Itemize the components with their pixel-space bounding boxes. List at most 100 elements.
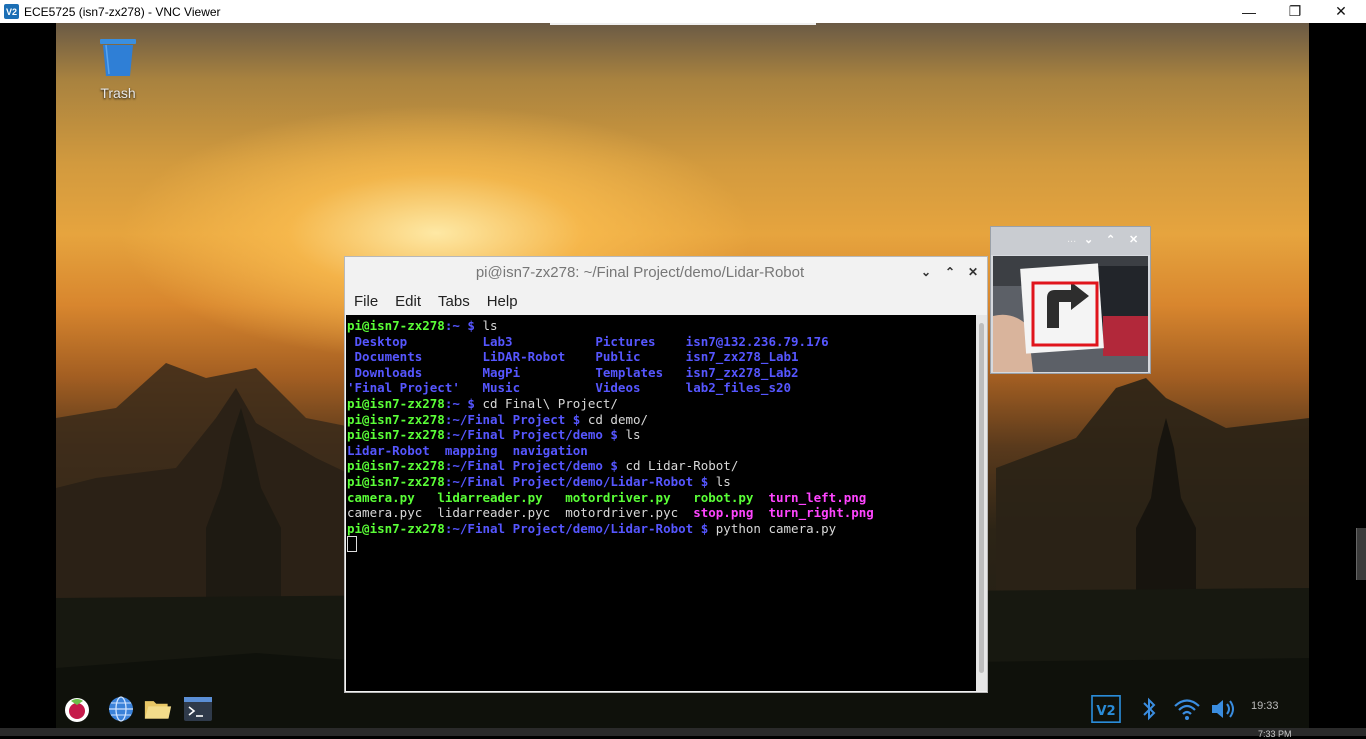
terminal-text: python camera.py [715,520,837,536]
terminal-text: LiDAR-Robot [482,349,596,365]
vnc-window-title: ECE5725 (isn7-zx278) - VNC Viewer [24,4,221,19]
host-taskbar [0,728,1366,736]
vnc-restore-button[interactable]: ❐ [1272,0,1318,23]
terminal-line: pi@isn7-zx278:~/Final Project/demo/Lidar… [347,474,976,490]
prompt-path: :~ $ [444,318,483,333]
terminal-line: pi@isn7-zx278:~/Final Project/demo $ cd … [347,458,976,474]
terminal-text: motordriver.py [565,489,671,505]
desktop-top-panel-remnant [550,23,816,25]
terminal-minimize-button[interactable]: ⌄ [917,263,935,281]
menu-tabs[interactable]: Tabs [429,293,478,310]
terminal-text: ls [482,318,498,333]
terminal-text: lidarreader.py [437,489,543,505]
terminal-window[interactable]: pi@isn7-zx278: ~/Final Project/demo/Lida… [344,256,988,693]
prompt-user: pi@isn7-zx278 [347,520,445,536]
file-manager-icon[interactable] [144,695,172,723]
menu-help[interactable]: Help [478,293,526,310]
terminal-text: isn7@132.236.79.176 [685,333,829,349]
terminal-icon[interactable] [183,695,213,723]
remote-clock: 19:33 [1251,700,1279,712]
terminal-text: camera.py [347,489,415,505]
wifi-icon[interactable] [1173,695,1201,723]
terminal-title: pi@isn7-zx278: ~/Final Project/demo/Lida… [475,263,805,281]
camera-maximize-button[interactable]: ⌃ [1106,233,1115,246]
terminal-text: Videos [595,380,686,396]
vnc-side-handle[interactable] [1356,528,1366,580]
prompt-user: pi@isn7-zx278 [347,458,445,474]
terminal-text: Pictures [595,333,686,349]
terminal-text: Templates [595,364,686,380]
terminal-scroll-thumb[interactable] [979,323,984,673]
camera-close-button[interactable]: ✕ [1129,233,1138,246]
terminal-output[interactable]: pi@isn7-zx278:~ $ ls Desktop Lab3 Pictur… [346,315,976,691]
terminal-text: MagPi [482,364,596,380]
terminal-line: pi@isn7-zx278:~/Final Project $ cd demo/ [347,412,976,428]
terminal-maximize-button[interactable]: ⌃ [941,263,959,281]
terminal-scrollbar[interactable] [976,315,987,691]
terminal-menubar: File Edit Tabs Help [345,287,526,315]
terminal-text: robot.py [693,489,754,505]
vnc-minimize-button[interactable]: — [1226,0,1272,23]
vnc-close-button[interactable]: ✕ [1318,0,1364,23]
terminal-text: navigation [512,442,588,458]
host-clock: 7:33 PM [1258,729,1292,739]
terminal-line: pi@isn7-zx278:~ $ cd Final\ Project/ [347,396,976,412]
terminal-text: stop.png [693,505,754,521]
terminal-line: Lidar-Robot mapping navigation [347,443,976,459]
prompt-user: pi@isn7-zx278 [347,427,445,443]
prompt-path: :~/Final Project $ [444,411,588,427]
prompt-user: pi@isn7-zx278 [347,473,445,489]
terminal-close-button[interactable]: ✕ [964,263,982,281]
camera-minimize-button[interactable]: ⌄ [1084,233,1093,246]
terminal-line: 'Final Project' Music Videos lab2_files_… [347,380,976,396]
camera-title-bar[interactable]: ... ⌄ ⌃ ✕ [991,227,1150,255]
bluetooth-icon[interactable] [1139,695,1159,723]
camera-feed-image [993,256,1148,372]
terminal-text: mapping [444,442,513,458]
trash-icon[interactable] [98,38,138,78]
prompt-path: :~/Final Project/demo/Lidar-Robot $ [444,520,716,536]
vnc-logo-icon: V2 [4,4,19,19]
svg-text:V2: V2 [1096,704,1115,719]
terminal-text: cd demo/ [587,411,649,427]
prompt-user: pi@isn7-zx278 [347,411,445,427]
terminal-line: Downloads MagPi Templates isn7_zx278_Lab… [347,365,976,381]
terminal-line: pi@isn7-zx278:~ $ ls [347,318,976,334]
terminal-text: turn_right.png [768,505,874,521]
camera-preview-window[interactable]: ... ⌄ ⌃ ✕ [990,226,1151,374]
terminal-line: pi@isn7-zx278:~/Final Project/demo/Lidar… [347,521,976,537]
terminal-text: camera.pyc lidarreader.pyc motordriver.p… [347,505,694,521]
trash-label[interactable]: Trash [88,85,148,101]
vnc-server-icon[interactable]: V2 [1088,695,1124,723]
prompt-path: :~/Final Project/demo $ [444,427,626,443]
terminal-line: pi@isn7-zx278:~/Final Project/demo $ ls [347,427,976,443]
terminal-title-bar[interactable]: pi@isn7-zx278: ~/Final Project/demo/Lida… [345,257,987,287]
web-browser-icon[interactable] [107,695,135,723]
volume-icon[interactable] [1209,695,1239,723]
terminal-line: Documents LiDAR-Robot Public isn7_zx278_… [347,349,976,365]
terminal-text: Public [595,349,686,365]
camera-menu-button[interactable]: ... [1067,233,1076,245]
prompt-path: :~/Final Project/demo $ [444,458,626,474]
terminal-text: Lab3 [482,333,596,349]
menu-file[interactable]: File [345,293,386,310]
terminal-text: isn7_zx278_Lab1 [685,349,799,365]
terminal-text: Downloads [347,364,483,380]
terminal-text: 'Final Project' [347,380,483,396]
menu-edit[interactable]: Edit [386,293,429,310]
terminal-text: ls [625,427,641,443]
terminal-text: Music [482,380,596,396]
prompt-user: pi@isn7-zx278 [347,318,445,333]
terminal-line: camera.py lidarreader.py motordriver.py … [347,490,976,506]
raspberry-menu-icon[interactable] [63,695,91,723]
prompt-path: :~/Final Project/demo/Lidar-Robot $ [444,473,716,489]
prompt-user: pi@isn7-zx278 [347,395,445,411]
terminal-text: isn7_zx278_Lab2 [685,364,799,380]
terminal-text: Lidar-Robot [347,442,445,458]
terminal-text: turn_left.png [768,489,867,505]
